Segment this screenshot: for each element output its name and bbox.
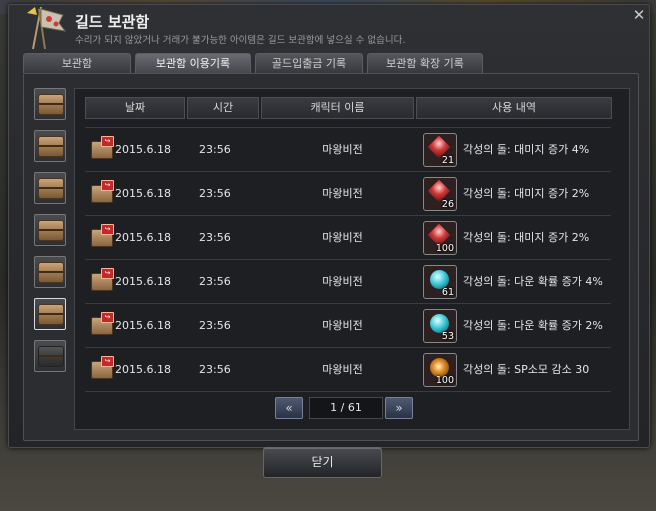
column-header-character[interactable]: 캐릭터 이름 (261, 97, 414, 119)
row-time: 23:56 (199, 319, 231, 332)
item-count: 26 (441, 199, 454, 210)
red-gem-icon[interactable]: 21 (423, 133, 457, 167)
row-time: 23:56 (199, 143, 231, 156)
row-time: 23:56 (199, 363, 231, 376)
blue-gem-icon[interactable]: 53 (423, 309, 457, 343)
withdraw-tag-icon: ↪ (101, 136, 114, 147)
row-date: 2015.6.18 (115, 143, 171, 156)
row-character: 마왕비전 (322, 319, 363, 332)
row-character: 마왕비전 (322, 187, 363, 200)
table-row[interactable]: ↪ 2015.6.18 23:56 마왕비전 21 각성의 돌: 대미지 증가 … (85, 127, 611, 171)
locked-chest-icon (38, 346, 64, 367)
row-description: 각성의 돌: 대미지 증가 2% (463, 231, 590, 244)
column-header-time[interactable]: 시간 (187, 97, 259, 119)
storage-slot-locked[interactable] (34, 340, 66, 372)
storage-slot-4[interactable] (34, 214, 66, 246)
storage-slot-3[interactable] (34, 172, 66, 204)
chest-icon (38, 304, 64, 325)
tab-storage[interactable]: 보관함 (23, 53, 131, 73)
item-count: 53 (441, 331, 454, 342)
guild-storage-window: 길드 보관함 수리가 되지 않았거나 거래가 불가능한 아이템은 길드 보관함에… (8, 4, 650, 448)
content-panel: 날짜 시간 캐릭터 이름 사용 내역 ↪ 2015.6.18 23:56 마왕비… (23, 73, 639, 441)
column-header-date[interactable]: 날짜 (85, 97, 185, 119)
item-count: 21 (441, 155, 454, 166)
window-title: 길드 보관함 (75, 13, 150, 31)
withdraw-tag-icon: ↪ (101, 268, 114, 279)
storage-slot-2[interactable] (34, 130, 66, 162)
row-character: 마왕비전 (322, 363, 363, 376)
table-row[interactable]: ↪ 2015.6.18 23:56 마왕비전 53 각성의 돌: 다운 확률 증… (85, 303, 611, 347)
row-description: 각성의 돌: SP소모 감소 30 (463, 363, 590, 376)
chest-icon (38, 220, 64, 241)
row-date: 2015.6.18 (115, 319, 171, 332)
withdraw-tag-icon: ↪ (101, 180, 114, 191)
row-description: 각성의 돌: 대미지 증가 4% (463, 143, 590, 156)
row-description: 각성의 돌: 대미지 증가 2% (463, 187, 590, 200)
table-row[interactable]: ↪ 2015.6.18 23:56 마왕비전 26 각성의 돌: 대미지 증가 … (85, 171, 611, 215)
row-date: 2015.6.18 (115, 187, 171, 200)
tab-gold-log[interactable]: 골드입출금 기록 (255, 53, 363, 73)
window-subtitle: 수리가 되지 않았거나 거래가 불가능한 아이템은 길드 보관함에 넣으실 수 … (75, 35, 406, 46)
item-count: 100 (435, 375, 454, 386)
next-page-button[interactable]: » (385, 397, 413, 419)
tab-expansion-log[interactable]: 보관함 확장 기록 (367, 53, 483, 73)
row-character: 마왕비전 (322, 275, 363, 288)
table-row[interactable]: ↪ 2015.6.18 23:56 마왕비전 100 각성의 돌: 대미지 증가… (85, 215, 611, 259)
storage-slot-5[interactable] (34, 256, 66, 288)
chest-icon (38, 94, 64, 115)
orange-gem-icon[interactable]: 100 (423, 353, 457, 387)
close-button[interactable]: 닫기 (263, 447, 382, 478)
storage-slot-6[interactable] (34, 298, 66, 330)
guild-flag-icon (27, 6, 67, 50)
tab-bar: 보관함 보관함 이용기록 골드입출금 기록 보관함 확장 기록 (23, 53, 483, 73)
item-count: 61 (441, 287, 454, 298)
chest-icon (38, 178, 64, 199)
row-date: 2015.6.18 (115, 231, 171, 244)
row-date: 2015.6.18 (115, 363, 171, 376)
prev-page-button[interactable]: « (275, 397, 303, 419)
chest-icon (38, 262, 64, 283)
table-row[interactable]: ↪ 2015.6.18 23:56 마왕비전 61 각성의 돌: 다운 확률 증… (85, 259, 611, 303)
usage-log-table: 날짜 시간 캐릭터 이름 사용 내역 ↪ 2015.6.18 23:56 마왕비… (74, 88, 630, 430)
row-description: 각성의 돌: 다운 확률 증가 4% (463, 275, 603, 288)
withdraw-tag-icon: ↪ (101, 356, 114, 367)
row-time: 23:56 (199, 275, 231, 288)
row-date: 2015.6.18 (115, 275, 171, 288)
storage-slot-list (34, 88, 66, 382)
row-description: 각성의 돌: 다운 확률 증가 2% (463, 319, 603, 332)
tab-storage-usage-log[interactable]: 보관함 이용기록 (135, 53, 251, 73)
row-time: 23:56 (199, 187, 231, 200)
blue-gem-icon[interactable]: 61 (423, 265, 457, 299)
withdraw-tag-icon: ↪ (101, 312, 114, 323)
item-count: 100 (435, 243, 454, 254)
row-character: 마왕비전 (322, 143, 363, 156)
page-indicator: 1 / 61 (309, 397, 383, 419)
close-icon[interactable]: ✕ (631, 7, 647, 23)
row-time: 23:56 (199, 231, 231, 244)
chest-icon (38, 136, 64, 157)
red-gem-icon[interactable]: 26 (423, 177, 457, 211)
row-character: 마왕비전 (322, 231, 363, 244)
column-header-usage[interactable]: 사용 내역 (416, 97, 612, 119)
table-row[interactable]: ↪ 2015.6.18 23:56 마왕비전 100 각성의 돌: SP소모 감… (85, 347, 611, 392)
withdraw-tag-icon: ↪ (101, 224, 114, 235)
red-gem-icon[interactable]: 100 (423, 221, 457, 255)
storage-slot-1[interactable] (34, 88, 66, 120)
